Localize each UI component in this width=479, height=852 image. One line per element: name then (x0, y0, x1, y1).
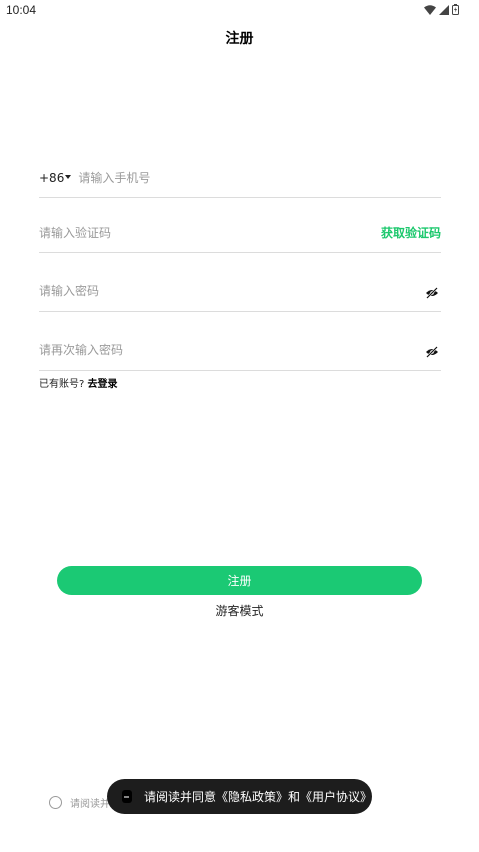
app-icon (122, 790, 132, 803)
verification-code-input[interactable]: 请输入验证码 (39, 224, 111, 241)
phone-input[interactable]: 请输入手机号 (78, 169, 150, 186)
status-time: 10:04 (6, 3, 37, 17)
verification-code-field[interactable]: 请输入验证码 获取验证码 (39, 213, 441, 253)
toast-message: 请阅读并同意《隐私政策》和《用户协议》 (143, 790, 372, 804)
country-code-label: +86 (39, 170, 65, 185)
caret-down-icon (65, 174, 72, 179)
guest-mode-link[interactable]: 游客模式 (0, 602, 479, 619)
register-button-label: 注册 (227, 574, 252, 588)
password-field[interactable]: 请输入密码 (39, 269, 441, 312)
phone-field[interactable]: +86 请输入手机号 (39, 158, 441, 198)
eye-off-icon[interactable] (425, 284, 439, 303)
confirm-password-input[interactable]: 请再次输入密码 (39, 341, 123, 358)
login-hint-text: 已有账号? (39, 379, 85, 390)
status-bar: 10:04 (0, 0, 479, 22)
register-button[interactable]: 注册 (57, 566, 422, 595)
page-title: 注册 (225, 31, 254, 47)
get-code-button[interactable]: 获取验证码 (381, 224, 441, 241)
agreement-text: 请阅读并 (70, 799, 110, 810)
cellular-signal-icon (439, 4, 449, 15)
go-login-link[interactable]: 去登录 (88, 379, 118, 390)
confirm-password-field[interactable]: 请再次输入密码 (39, 328, 441, 371)
toast: 请阅读并同意《隐私政策》和《用户协议》 (107, 779, 372, 814)
password-input[interactable]: 请输入密码 (39, 282, 99, 299)
login-hint: 已有账号? 去登录 (39, 375, 118, 390)
country-code-selector[interactable]: +86 (39, 170, 72, 185)
agreement-row: 请阅读并 (49, 795, 110, 810)
status-icons (424, 4, 459, 15)
eye-off-icon[interactable] (425, 343, 439, 362)
wifi-icon (424, 4, 436, 15)
agreement-checkbox[interactable] (49, 796, 62, 809)
battery-icon (452, 4, 459, 15)
